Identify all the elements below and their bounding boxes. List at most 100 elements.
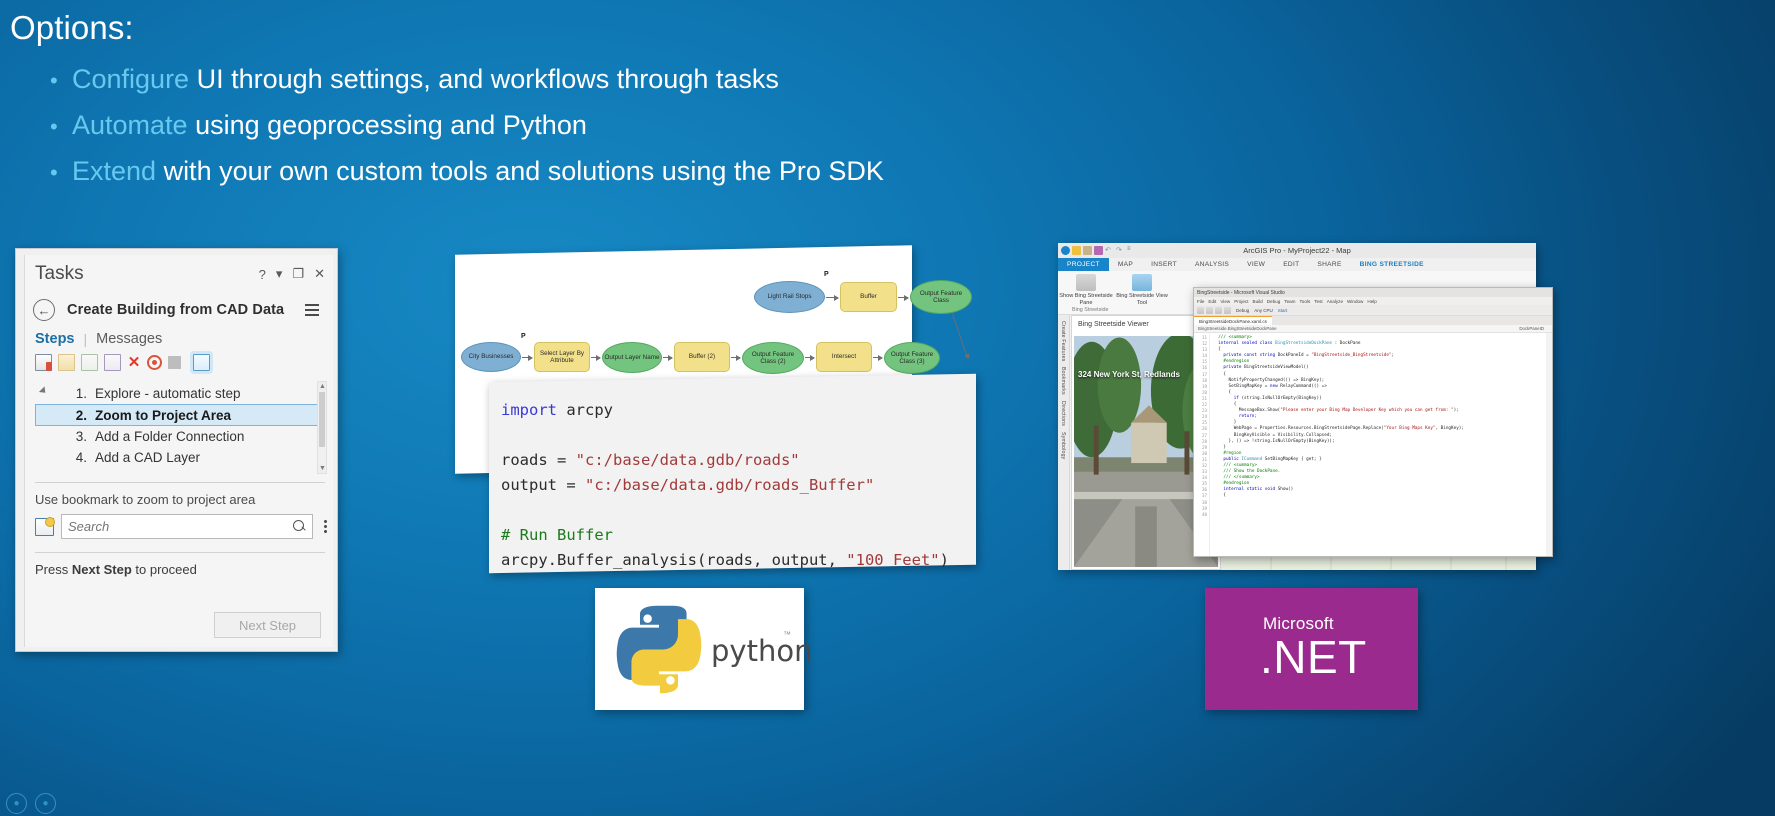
bookmark-icon[interactable] (35, 516, 55, 536)
vs-code-token: private const string (1223, 353, 1278, 359)
proceed-suffix: to proceed (131, 562, 197, 577)
menu-test[interactable]: Test (1314, 299, 1322, 304)
menu-project[interactable]: Project (1234, 299, 1248, 304)
step-instruction: Use bookmark to zoom to project area (35, 492, 256, 507)
tab-messages[interactable]: Messages (96, 331, 162, 347)
nav-member-dropdown[interactable]: DockPaneID (1519, 326, 1544, 331)
tab-steps[interactable]: Steps (35, 331, 75, 347)
model-node-city-businesses[interactable]: City Businesses (461, 342, 521, 372)
validate-icon[interactable] (81, 354, 98, 371)
model-node-buffer[interactable]: Buffer (840, 282, 897, 312)
quick-access-toolbar: ↶ ↷ ≡ ArcGIS Pro - MyProject22 - Map (1058, 243, 1536, 258)
model-node-select-layer-by-attribute[interactable]: Select Layer By Attribute (534, 342, 590, 372)
menu-help[interactable]: Help (1367, 299, 1376, 304)
scrollbar-thumb[interactable] (319, 392, 325, 447)
debug-config-dropdown[interactable]: Debug (1236, 308, 1249, 313)
steps-scrollbar[interactable]: ▲ ▼ (317, 381, 327, 474)
nav-dot-2[interactable]: ● (35, 793, 56, 814)
tab-view[interactable]: VIEW (1238, 258, 1274, 271)
tab-bing-streetside[interactable]: BING STREETSIDE (1351, 258, 1433, 271)
vs-editor-scrollbar[interactable] (1546, 333, 1552, 556)
tab-insert[interactable]: INSERT (1142, 258, 1186, 271)
tab-share[interactable]: SHARE (1308, 258, 1350, 271)
ribbon-button-bing-streetside-view-tool[interactable]: Bing Streetside View Tool (1114, 271, 1170, 314)
search-icon[interactable] (293, 520, 306, 533)
search-input[interactable] (68, 519, 293, 534)
next-step-button[interactable]: Next Step (214, 612, 321, 638)
model-node-output-feature-class-2[interactable]: Output Feature Class (2) (742, 342, 804, 374)
back-arrow-icon[interactable]: ← (33, 299, 55, 321)
model-node-buffer-2[interactable]: Buffer (2) (674, 342, 730, 372)
menu-build[interactable]: Build (1253, 299, 1263, 304)
menu-team[interactable]: Team (1284, 299, 1295, 304)
step-item-3[interactable]: 3. Add a Folder Connection (35, 426, 327, 447)
save-icon[interactable] (1215, 306, 1222, 314)
new-project-icon[interactable] (1197, 306, 1204, 314)
undo-icon[interactable] (1224, 306, 1231, 314)
scroll-down-icon[interactable]: ▼ (319, 464, 326, 473)
bullet-text: Extend with your own custom tools and so… (72, 154, 884, 188)
tab-map[interactable]: MAP (1109, 258, 1142, 271)
menu-window[interactable]: Window (1347, 299, 1363, 304)
vs-code-editor[interactable]: 11 12 13 14 15 16 17 18 19 20 21 22 23 24 25 26 27 28 29 30… (1194, 333, 1552, 556)
menu-debug[interactable]: Debug (1267, 299, 1281, 304)
start-debug-button[interactable]: Start (1278, 308, 1288, 313)
close-icon[interactable]: ✕ (314, 266, 325, 282)
bullet-rest: using geoprocessing and Python (187, 110, 587, 140)
model-node-light-rail-stops[interactable]: Light Rail Stops (754, 281, 825, 313)
maximize-icon[interactable]: ❐ (292, 266, 304, 282)
new-step-icon[interactable] (35, 354, 52, 371)
task-menu-icon[interactable] (305, 304, 319, 316)
edit-step-icon[interactable] (190, 351, 213, 374)
chevron-down-icon[interactable]: ▾ (276, 266, 283, 282)
step-item-4[interactable]: 4. Add a CAD Layer (35, 447, 327, 468)
tab-edit[interactable]: EDIT (1274, 258, 1308, 271)
stop-icon[interactable] (168, 356, 181, 369)
tab-analysis[interactable]: ANALYSIS (1186, 258, 1238, 271)
step-item-1[interactable]: 1. Explore - automatic step (35, 383, 327, 404)
menu-tools[interactable]: Tools (1300, 299, 1311, 304)
code-token: arcpy.Buffer_analysis(roads, output, (501, 551, 847, 569)
vs-code-token: { (1213, 402, 1237, 408)
nav-dot-1[interactable]: ● (6, 793, 27, 814)
vs-code-token (1213, 457, 1223, 462)
side-tab-directions[interactable]: Directions (1060, 401, 1066, 426)
search-field[interactable] (61, 514, 313, 539)
trademark-symbol: ™ (783, 630, 791, 639)
code-line-7: arcpy.Buffer_analysis(roads, output, "10… (501, 548, 976, 573)
scroll-up-icon[interactable]: ▲ (319, 382, 326, 391)
platform-dropdown[interactable]: Any CPU (1254, 308, 1273, 313)
record-icon[interactable] (147, 355, 162, 370)
code-token: import (501, 401, 557, 419)
open-file-icon[interactable] (1206, 306, 1213, 314)
menu-file[interactable]: File (1197, 299, 1204, 304)
tasks-pane-title: Tasks (35, 263, 84, 284)
code-token: "c:/base/data.gdb/roads_Buffer" (585, 476, 875, 494)
help-icon[interactable]: ? (259, 267, 266, 282)
properties-icon[interactable] (104, 354, 121, 371)
side-tab-symbology[interactable]: Symbology (1060, 432, 1066, 459)
side-tab-bookmarks[interactable]: Bookmarks (1060, 367, 1066, 395)
python-code-card: import arcpy roads = "c:/base/data.gdb/r… (489, 373, 976, 574)
model-node-intersect[interactable]: Intersect (816, 342, 872, 372)
vs-code-line: { (1213, 493, 1552, 499)
model-node-output-layer-name[interactable]: Output Layer Name (602, 342, 662, 373)
vs-code-token: /// <summary> (1218, 335, 1252, 340)
vs-document-tab[interactable]: BingStreetsideDockPane.xaml.cs (1194, 316, 1272, 325)
vs-code-token: ); (1453, 408, 1459, 414)
step-item-2[interactable]: 2. Zoom to Project Area (35, 404, 327, 426)
model-node-output-feature-class-3[interactable]: Output Feature Class (3) (884, 342, 940, 374)
model-node-output-feature-class[interactable]: Output Feature Class (910, 280, 972, 314)
menu-analyze[interactable]: Analyze (1327, 299, 1343, 304)
delete-icon[interactable]: ✕ (127, 355, 141, 370)
open-folder-icon[interactable] (58, 354, 75, 371)
tab-project[interactable]: PROJECT (1058, 258, 1109, 271)
menu-view[interactable]: View (1220, 299, 1230, 304)
side-tab-create-features[interactable]: Create Features (1060, 321, 1066, 361)
slide-heading-block: Options: • Configure UI through settings… (0, 0, 1200, 188)
vs-code-token: #region (1223, 450, 1242, 456)
menu-edit[interactable]: Edit (1208, 299, 1216, 304)
search-options-icon[interactable] (324, 519, 327, 534)
vs-code-content[interactable]: /// <summary> internal sealed class Bing… (1210, 333, 1552, 556)
nav-type-dropdown[interactable]: BingStreetside.BingStreetsideDockPane (1198, 326, 1277, 331)
